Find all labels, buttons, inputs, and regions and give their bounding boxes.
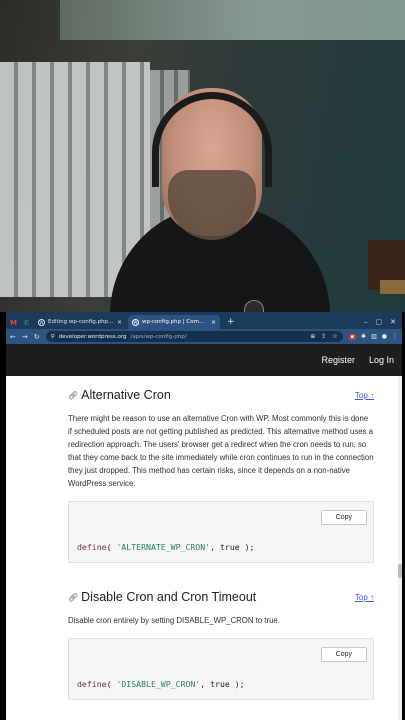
address-path: /apis/wp-config-php/ [130, 333, 187, 340]
new-tab-button[interactable]: + [222, 316, 240, 329]
code-toolbar: Copy [69, 639, 373, 669]
extension-badge-icon[interactable]: ▪ [348, 333, 357, 340]
code-line: define( 'ALTERNATE_WP_CRON', true ); [69, 532, 373, 562]
back-arrow-icon[interactable]: ← [10, 333, 16, 341]
sidebar-icon[interactable]: ▥ [371, 333, 377, 340]
bookmark-star-icon[interactable]: ☆ [332, 333, 337, 340]
code-function: define [77, 679, 107, 689]
code-string: 'ALTERNATE_WP_CRON' [116, 542, 211, 552]
shelf-item [380, 280, 405, 294]
code-string: 'DISABLE_WP_CRON' [116, 679, 201, 689]
tab-wp-config-common-apis[interactable]: W wp-config.php | Common APIs × [128, 315, 220, 329]
section-title: Alternative Cron [81, 388, 171, 402]
scrollbar-thumb[interactable] [398, 564, 402, 578]
wordpress-icon: W [38, 318, 45, 326]
section-header: 🔗︎ Disable Cron and Cron Timeout Top ↑ [68, 586, 374, 608]
section-alternative-cron: 🔗︎ Alternative Cron Top ↑ There might be… [68, 384, 374, 563]
top-link[interactable]: Top ↑ [355, 593, 374, 602]
reload-icon[interactable]: ↻ [34, 333, 40, 341]
copy-button[interactable]: Copy [320, 646, 367, 662]
section-header: 🔗︎ Alternative Cron Top ↑ [68, 384, 374, 406]
tab-title: Editing wp-config.php – Word [48, 319, 114, 325]
window-controls: – ▢ ✕ [358, 315, 402, 329]
code-paren: ( [106, 542, 117, 552]
page-content: 🔗︎ Alternative Cron Top ↑ There might be… [6, 376, 398, 720]
site-info-icon[interactable]: ⚲ [51, 334, 55, 340]
browser-window: M ✆ W Editing wp-config.php – Word × W w… [6, 312, 402, 720]
code-block: Copy define( 'DISABLE_WP_CRON', true ); [68, 638, 374, 700]
scrollbar[interactable] [398, 376, 402, 720]
share-icon[interactable]: ⇪ [321, 333, 326, 340]
extensions-area: ▪ ✱ ▥ ● ⋮ [348, 333, 398, 340]
site-header: Register Log In [6, 344, 402, 376]
maximize-icon[interactable]: ▢ [376, 315, 383, 329]
top-link[interactable]: Top ↑ [355, 391, 374, 400]
forward-arrow-icon[interactable]: → [22, 333, 28, 341]
section-disable-cron: 🔗︎ Disable Cron and Cron Timeout Top ↑ D… [68, 586, 374, 700]
ceiling-light [60, 0, 405, 40]
code-paren: ( [106, 679, 117, 689]
menu-icon[interactable]: ⋮ [392, 333, 398, 340]
close-window-icon[interactable]: ✕ [390, 315, 396, 329]
wordpress-icon: W [132, 318, 139, 326]
phone-icon[interactable]: ✆ [21, 316, 32, 329]
address-bar[interactable]: ⚲ developer.wordpress.org/apis/wp-config… [45, 331, 343, 342]
zoom-icon[interactable]: ⊕ [310, 333, 315, 340]
link-icon[interactable]: 🔗︎ [68, 593, 78, 602]
section-description: Disable cron entirely by setting DISABLE… [68, 616, 280, 625]
code-toolbar: Copy [69, 502, 373, 532]
login-link[interactable]: Log In [369, 355, 394, 365]
section-description: There might be reason to use an alternat… [68, 414, 374, 488]
code-block: Copy define( 'ALTERNATE_WP_CRON', true )… [68, 501, 374, 563]
code-rest: , true ); [210, 542, 255, 552]
tab-title: wp-config.php | Common APIs [142, 319, 208, 325]
profile-icon[interactable]: ● [382, 333, 387, 340]
webcam-feed [0, 0, 405, 312]
link-icon[interactable]: 🔗︎ [68, 391, 78, 400]
gmail-icon[interactable]: M [8, 316, 19, 329]
register-link[interactable]: Register [321, 355, 355, 365]
close-icon[interactable]: × [117, 319, 122, 326]
code-rest: , true ); [200, 679, 245, 689]
tab-editing-wp-config[interactable]: W Editing wp-config.php – Word × [34, 315, 126, 329]
code-function: define [77, 542, 107, 552]
section-title: Disable Cron and Cron Timeout [81, 590, 257, 604]
close-icon[interactable]: × [211, 319, 216, 326]
address-host: developer.wordpress.org [58, 333, 127, 340]
tab-bar: M ✆ W Editing wp-config.php – Word × W w… [6, 312, 402, 329]
minimize-icon[interactable]: – [364, 315, 368, 329]
code-line: define( 'DISABLE_WP_CRON', true ); [69, 669, 373, 699]
extensions-icon[interactable]: ✱ [361, 333, 366, 340]
browser-toolbar: ← → ↻ ⚲ developer.wordpress.org/apis/wp-… [6, 329, 402, 344]
copy-button[interactable]: Copy [320, 509, 367, 525]
